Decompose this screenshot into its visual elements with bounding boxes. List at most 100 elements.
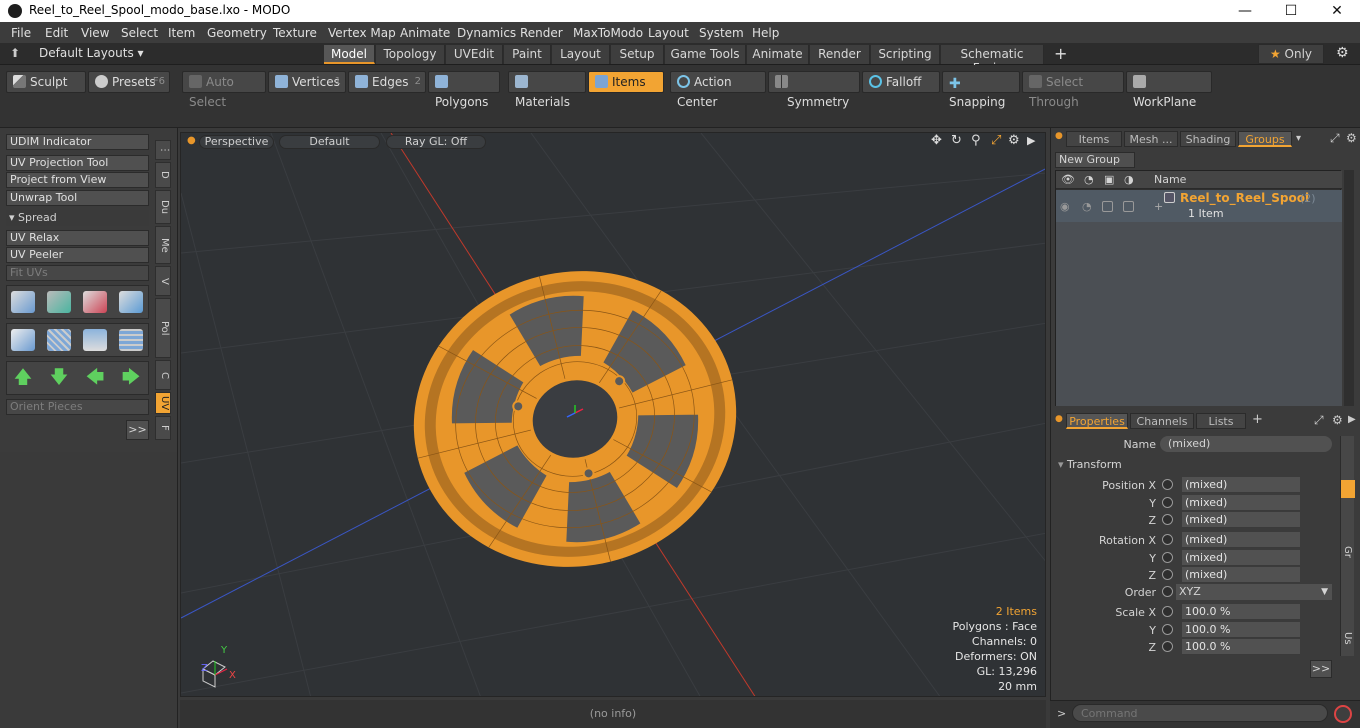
rotation-z-field[interactable]: (mixed) [1182, 567, 1300, 583]
properties-panel-dot[interactable]: ● [1055, 414, 1063, 424]
rotation-x-anim-dot[interactable] [1162, 534, 1173, 545]
groups-gear-icon[interactable]: ⚙ [1346, 131, 1357, 145]
menu-system[interactable]: System [699, 26, 744, 40]
collapse-arrow-icon[interactable]: ⬆ [10, 46, 20, 60]
tab-schematic-fusion[interactable]: Schematic Fusion [941, 45, 1044, 75]
row-lock-box[interactable] [1102, 201, 1113, 212]
uv-move-icon[interactable] [11, 291, 35, 313]
vtab-f[interactable]: F [155, 416, 171, 440]
rotation-x-field[interactable]: (mixed) [1182, 532, 1300, 548]
expand-group-icon[interactable]: + [1154, 200, 1163, 213]
uv-sphere-icon[interactable] [11, 329, 35, 351]
workplane-button[interactable]: WorkPlane [1126, 71, 1212, 109]
render-icon[interactable]: ◔ [1084, 173, 1094, 186]
arrow-up-icon[interactable]: 🡅 [11, 367, 35, 389]
vtab-dots-1[interactable]: ⋮ [155, 140, 171, 160]
tab-mesh[interactable]: Mesh ... [1124, 131, 1178, 147]
viewport-options-dot[interactable]: ● [187, 135, 196, 146]
transform-section[interactable]: ▾ Transform [1058, 457, 1334, 473]
udim-indicator-button[interactable]: UDIM Indicator [6, 134, 149, 150]
uv-mesh-icon[interactable] [119, 329, 143, 351]
pan-icon[interactable]: ✥ [931, 133, 942, 148]
presets-button[interactable]: Presets F6 [88, 71, 170, 93]
snapping-button[interactable]: ✚ Snapping [942, 71, 1020, 109]
menu-geometry[interactable]: Geometry [207, 26, 267, 40]
uv-relax-button[interactable]: UV Relax [6, 230, 149, 246]
arrow-left-icon[interactable]: 🡄 [83, 367, 107, 389]
sculpt-button[interactable]: Sculpt [6, 71, 86, 93]
edges-button[interactable]: Edges 2 [348, 71, 426, 93]
position-y-anim-dot[interactable] [1162, 497, 1173, 508]
rotation-z-anim-dot[interactable] [1162, 569, 1173, 580]
unwrap-tool-button[interactable]: Unwrap Tool [6, 190, 149, 206]
vtab-c[interactable]: C [155, 360, 171, 390]
command-input[interactable] [1072, 704, 1328, 722]
vtab-pol[interactable]: Pol [155, 298, 171, 358]
vertices-button[interactable]: Vertices 1 [268, 71, 346, 93]
groups-panel-dot[interactable]: ● [1055, 131, 1063, 141]
materials-button[interactable]: Materials [508, 71, 586, 109]
expand-panel-icon[interactable]: ⤢ [1330, 131, 1340, 146]
vtab-du[interactable]: Du [155, 190, 171, 224]
menu-edit[interactable]: Edit [45, 26, 68, 40]
rotation-y-field[interactable]: (mixed) [1182, 550, 1300, 566]
default-layouts-dropdown[interactable]: Default Layouts ▾ [39, 46, 144, 60]
arrow-down-icon[interactable]: 🡇 [47, 367, 71, 389]
menu-file[interactable]: File [11, 26, 31, 40]
side-tab-gr[interactable]: Gr [1342, 546, 1353, 558]
only-toggle[interactable]: ★ Only [1258, 44, 1324, 64]
tab-render[interactable]: Render [810, 45, 870, 64]
properties-arrow-icon[interactable]: ▶ [1348, 414, 1356, 425]
orient-pieces-button[interactable]: Orient Pieces [6, 399, 149, 415]
expand-properties-icon[interactable]: ⤢ [1314, 413, 1324, 428]
properties-gear-icon[interactable]: ⚙ [1332, 413, 1343, 427]
menu-select[interactable]: Select [121, 26, 158, 40]
properties-more-button[interactable]: >> [1310, 660, 1332, 678]
menu-item[interactable]: Item [168, 26, 195, 40]
tab-paint[interactable]: Paint [504, 45, 551, 64]
row-render-icon[interactable]: ◔ [1082, 200, 1092, 213]
uv-box-icon[interactable] [119, 291, 143, 313]
record-icon[interactable] [1334, 705, 1352, 723]
vtab-uv[interactable]: UV [155, 392, 171, 414]
side-tab-us[interactable]: Us [1342, 632, 1353, 645]
maximize-icon[interactable]: ☐ [1268, 0, 1314, 22]
order-dropdown[interactable]: XYZ ▼ [1176, 584, 1332, 600]
project-from-view-button[interactable]: Project from View [6, 172, 149, 188]
close-icon[interactable]: ✕ [1314, 0, 1360, 22]
group-row[interactable]: ◉ ◔ + Reel_to_Reel_Spool (2) 1 Item [1056, 190, 1342, 222]
add-tab-icon[interactable]: + [1054, 44, 1067, 63]
position-x-field[interactable]: (mixed) [1182, 477, 1300, 493]
auto-select-button[interactable]: Auto Select [182, 71, 266, 109]
tab-game-tools[interactable]: Game Tools [665, 45, 746, 64]
tab-uvedit[interactable]: UVEdit [446, 45, 503, 64]
menu-render[interactable]: Render [520, 26, 563, 40]
visibility-eye-icon[interactable]: 👁 [1061, 173, 1075, 186]
tab-model[interactable]: Model [324, 45, 375, 64]
select-through-button[interactable]: Select Through [1022, 71, 1124, 109]
name-column-header[interactable]: Name [1154, 173, 1186, 186]
row-eye-icon[interactable]: ◉ [1060, 200, 1070, 213]
groups-scrollbar[interactable] [1344, 170, 1354, 406]
uv-pyramid-icon[interactable] [83, 329, 107, 351]
tab-groups[interactable]: Groups [1238, 131, 1292, 147]
groups-tabs-dropdown-icon[interactable]: ▾ [1296, 133, 1301, 144]
menu-maxtomodo[interactable]: MaxToModo [573, 26, 643, 40]
rotation-y-anim-dot[interactable] [1162, 552, 1173, 563]
row-select-box[interactable] [1123, 201, 1134, 212]
name-field[interactable]: (mixed) [1160, 436, 1332, 452]
uv-rotate-icon[interactable] [47, 291, 71, 313]
viewport-gear-icon[interactable]: ⚙ [1008, 133, 1020, 148]
arrow-right-icon[interactable]: 🡆 [119, 367, 143, 389]
raygl-toggle[interactable]: Ray GL: Off [386, 135, 486, 149]
new-group-button[interactable]: New Group [1055, 152, 1135, 168]
minimize-icon[interactable]: — [1222, 0, 1268, 22]
scale-y-field[interactable]: 100.0 % [1182, 622, 1300, 638]
falloff-button[interactable]: Falloff [862, 71, 940, 93]
shading-dropdown[interactable]: Default [279, 135, 380, 149]
position-x-anim-dot[interactable] [1162, 479, 1173, 490]
vtab-v[interactable]: V [155, 266, 171, 296]
viewport-arrow-icon[interactable]: ▶ [1027, 134, 1035, 147]
menu-help[interactable]: Help [752, 26, 779, 40]
scale-z-anim-dot[interactable] [1162, 641, 1173, 652]
